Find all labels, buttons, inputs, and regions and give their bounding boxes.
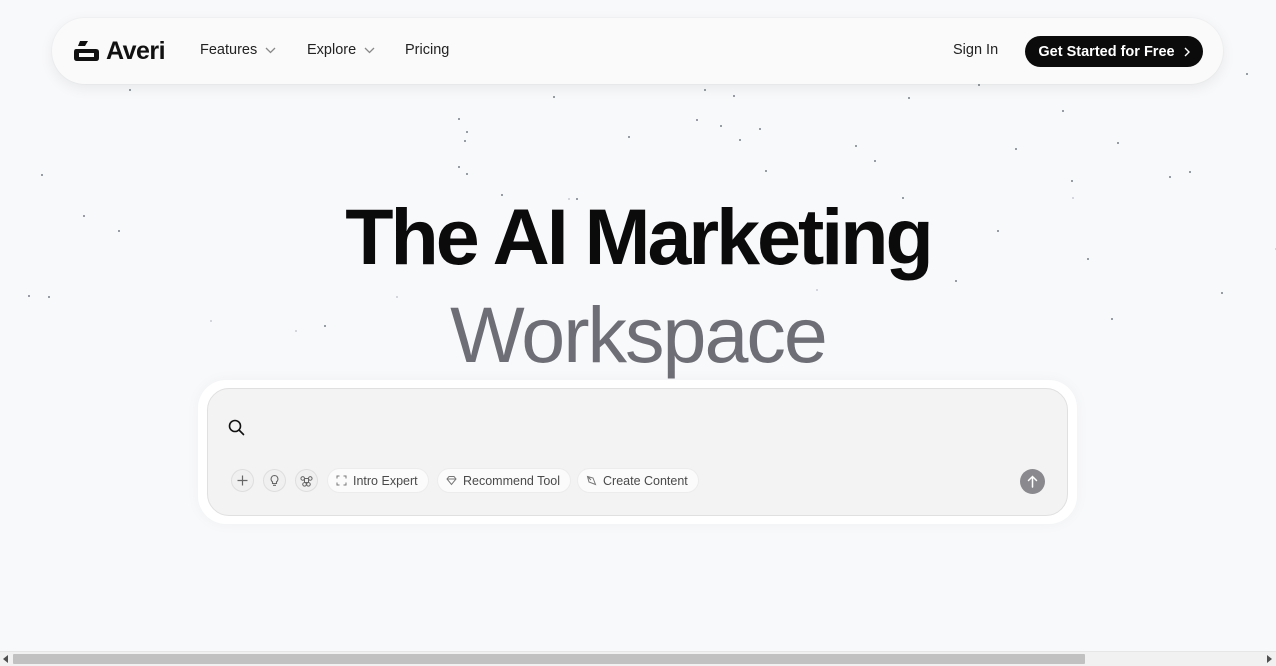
particle-dot [1015,148,1017,150]
particle-dot [129,89,131,91]
search-input[interactable] [256,415,1036,439]
particle-dot [458,118,460,120]
particle-dot [696,119,698,121]
chip-label: Recommend Tool [463,473,561,488]
particle-dot [466,173,468,175]
particle-dot [458,166,460,168]
particle-dot [720,125,722,127]
particle-dot [759,128,761,130]
particle-dot [765,170,767,172]
chevron-down-icon [364,47,375,53]
nav-features[interactable]: Features [200,42,276,58]
plus-icon [237,475,248,486]
hero-subtitle: Workspace [450,290,828,379]
nav-pricing[interactable]: Pricing [405,42,449,58]
particle-dot [1062,110,1064,112]
chip-create-content[interactable]: Create Content [577,468,699,493]
search-box: Intro Expert Recommend Tool Create Conte… [207,388,1068,516]
hero-title: The AI Marketing [345,192,934,281]
command-button[interactable] [295,469,318,492]
gem-icon [446,476,457,486]
particle-dot [1246,73,1248,75]
nav-features-label: Features [200,42,258,58]
chip-label: Create Content [603,473,688,488]
get-started-label: Get Started for Free [1038,43,1175,60]
brand-logo[interactable]: Averi [72,36,166,65]
nav-pricing-label: Pricing [405,42,450,58]
chip-label: Intro Expert [353,473,418,488]
send-button[interactable] [1020,469,1045,494]
lightbulb-icon [270,474,279,486]
command-icon [300,476,313,487]
particle-dot [874,160,876,162]
pen-icon [586,475,597,486]
arrow-up-icon [1027,475,1038,488]
particle-dot [704,89,706,91]
particle-dot [553,96,555,98]
chevron-right-icon [1184,47,1190,56]
particle-dot [464,140,466,142]
particle-dot [466,131,468,133]
particle-dot [1071,180,1073,182]
particle-dot [628,136,630,138]
particle-dot [733,95,735,97]
brand-name: Averi [106,36,166,65]
averi-logo-icon [74,41,99,61]
nav-explore-label: Explore [307,42,357,58]
particle-dot [41,174,43,176]
search-icon [228,419,245,436]
chevron-down-icon [265,47,276,53]
scroll-right-icon[interactable] [1267,655,1272,663]
particle-dot [1169,176,1171,178]
nav-explore[interactable]: Explore [307,42,375,58]
page: Averi Features Explore Pricing Sign In G… [0,0,1276,666]
scan-icon [336,475,347,486]
top-navbar: Averi Features Explore Pricing Sign In G… [52,18,1223,84]
chip-recommend-tool[interactable]: Recommend Tool [437,468,572,493]
particle-dot [908,97,910,99]
horizontal-scrollbar[interactable] [0,651,1276,666]
sign-in-link[interactable]: Sign In [953,42,998,58]
ideas-button[interactable] [263,469,286,492]
scroll-left-icon[interactable] [3,655,8,663]
particle-dot [978,84,980,86]
search-panel: Intro Expert Recommend Tool Create Conte… [198,380,1077,524]
particle-dot [1189,171,1191,173]
particle-dot [1117,142,1119,144]
get-started-button[interactable]: Get Started for Free [1025,36,1203,67]
particle-dot [739,139,741,141]
scrollbar-thumb[interactable] [13,654,1085,664]
chip-intro-expert[interactable]: Intro Expert [327,468,429,493]
add-button[interactable] [231,469,254,492]
particle-dot [855,145,857,147]
